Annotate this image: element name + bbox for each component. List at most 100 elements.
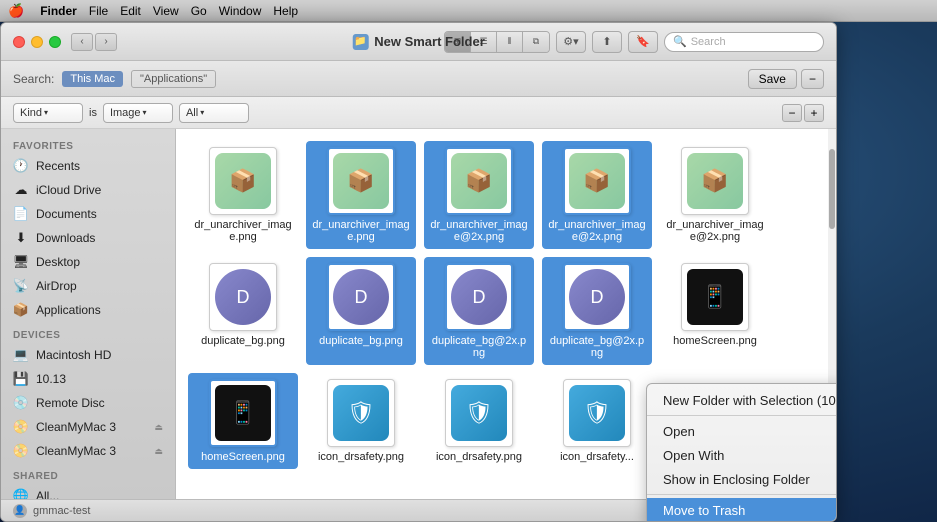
applications-label: Applications	[36, 303, 101, 317]
recents-label: Recents	[36, 159, 80, 173]
filter-controls: − +	[782, 104, 824, 122]
file-thumbnail: 🛡	[563, 379, 631, 447]
eject-icon-2[interactable]: ⏏	[154, 446, 163, 457]
ctx-open-label: Open	[663, 424, 695, 439]
minimize-button[interactable]	[31, 36, 43, 48]
menu-window[interactable]: Window	[219, 4, 262, 18]
filter-plus-button[interactable]: +	[804, 104, 824, 122]
file-thumbnail: D	[563, 263, 631, 331]
duplicate-thumb: D	[451, 269, 507, 325]
forward-button[interactable]: ›	[95, 33, 117, 51]
file-item[interactable]: D duplicate_bg.png	[188, 257, 298, 365]
menu-file[interactable]: File	[89, 4, 108, 18]
remove-button[interactable]: −	[801, 69, 824, 89]
file-item[interactable]: D duplicate_bg@2x.png	[542, 257, 652, 365]
favorites-header: Favorites	[1, 137, 175, 154]
scrollbar-thumb[interactable]	[829, 149, 835, 229]
chevron-down-icon: ▾	[44, 108, 48, 117]
file-item[interactable]: 🛡 icon_drsafety.png	[424, 373, 534, 469]
maximize-button[interactable]	[49, 36, 61, 48]
macintosh-hd-label: Macintosh HD	[36, 348, 111, 362]
window-title-area: 📁 New Smart Folder	[352, 34, 485, 50]
home-thumb: 📱	[687, 269, 743, 325]
file-item[interactable]: 📱 homeScreen.png	[660, 257, 770, 365]
airdrop-label: AirDrop	[36, 279, 77, 293]
file-item[interactable]: D duplicate_bg.png	[306, 257, 416, 365]
file-item[interactable]: 📦 dr_unarchiver_image.png	[188, 141, 298, 249]
image-filter[interactable]: Image ▾	[103, 103, 173, 123]
arrange-button[interactable]: ⚙▾	[556, 31, 586, 53]
file-item[interactable]: 🛡 icon_drsafety...	[542, 373, 652, 469]
sidebar-item-documents[interactable]: 📄 Documents	[1, 202, 175, 226]
duplicate-thumb: D	[333, 269, 389, 325]
share-button[interactable]: ⬆	[592, 31, 622, 53]
sidebar-item-10-13[interactable]: 💾 10.13	[1, 367, 175, 391]
menu-edit[interactable]: Edit	[120, 4, 141, 18]
file-name: duplicate_bg.png	[201, 335, 285, 347]
sidebar-item-downloads[interactable]: ⬇ Downloads	[1, 226, 175, 250]
ctx-new-folder[interactable]: New Folder with Selection (10 Items)	[647, 388, 837, 412]
ctx-move-trash[interactable]: Move to Trash	[647, 498, 837, 522]
file-thumbnail: 📦	[445, 147, 513, 215]
file-thumbnail: D	[445, 263, 513, 331]
scope-this-mac[interactable]: This Mac	[62, 71, 123, 87]
file-item[interactable]: 📦 dr_unarchiver_image@2x.png	[542, 141, 652, 249]
finder-window: ‹ › 📁 New Smart Folder ⊞ ☰ ⫴ ⧉ ⚙▾ ⬆ 🔖 🔍 …	[0, 22, 837, 522]
sidebar-item-cleanmymac-1[interactable]: 📀 CleanMyMac 3 ⏏	[1, 415, 175, 439]
close-button[interactable]	[13, 36, 25, 48]
search-box[interactable]: 🔍 Search	[664, 32, 824, 52]
eject-icon-1[interactable]: ⏏	[154, 422, 163, 433]
kind-filter[interactable]: Kind ▾	[13, 103, 83, 123]
file-name: homeScreen.png	[201, 451, 285, 463]
file-item[interactable]: 🛡 icon_drsafety.png	[306, 373, 416, 469]
sidebar-item-remote-disc[interactable]: 💿 Remote Disc	[1, 391, 175, 415]
file-thumbnail: 📱	[209, 379, 277, 447]
menu-view[interactable]: View	[153, 4, 179, 18]
unarchiver-thumb: 📦	[451, 153, 507, 209]
search-placeholder: Search	[691, 36, 726, 48]
titlebar: ‹ › 📁 New Smart Folder ⊞ ☰ ⫴ ⧉ ⚙▾ ⬆ 🔖 🔍 …	[1, 23, 836, 61]
search-save-area: Save −	[748, 69, 824, 89]
sidebar-item-desktop[interactable]: 🖥 Desktop	[1, 250, 175, 274]
file-thumbnail: 🛡	[445, 379, 513, 447]
view-cover-button[interactable]: ⧉	[523, 32, 549, 52]
scope-applications[interactable]: "Applications"	[131, 70, 216, 88]
drsafety-thumb: 🛡	[569, 385, 625, 441]
save-button[interactable]: Save	[748, 69, 797, 89]
downloads-icon: ⬇	[13, 230, 29, 246]
file-item[interactable]: 📦 dr_unarchiver_image@2x.png	[424, 141, 534, 249]
nav-arrows: ‹ ›	[71, 33, 117, 51]
file-item[interactable]: 📱 homeScreen.png	[188, 373, 298, 469]
back-button[interactable]: ‹	[71, 33, 93, 51]
ctx-open[interactable]: Open	[647, 419, 837, 443]
menu-go[interactable]: Go	[191, 4, 207, 18]
apple-menu[interactable]: 🍎	[8, 3, 24, 19]
sidebar-item-airdrop[interactable]: 📡 AirDrop	[1, 274, 175, 298]
file-item[interactable]: D duplicate_bg@2x.png	[424, 257, 534, 365]
filter-minus-button[interactable]: −	[782, 104, 802, 122]
menu-help[interactable]: Help	[273, 4, 298, 18]
file-name: icon_drsafety.png	[318, 451, 404, 463]
disc-icon: 💿	[13, 395, 29, 411]
tag-button[interactable]: 🔖	[628, 31, 658, 53]
file-item[interactable]: 📦 dr_unarchiver_image.png	[306, 141, 416, 249]
filter-bar: Kind ▾ is Image ▾ All ▾ − +	[1, 97, 836, 129]
sidebar-item-recents[interactable]: 🕐 Recents	[1, 154, 175, 178]
traffic-lights	[13, 36, 61, 48]
ctx-open-with[interactable]: Open With ▶	[647, 443, 837, 467]
all-filter[interactable]: All ▾	[179, 103, 249, 123]
context-menu: New Folder with Selection (10 Items) Ope…	[646, 383, 837, 522]
file-thumbnail: D	[327, 263, 395, 331]
ctx-show-enclosing[interactable]: Show in Enclosing Folder	[647, 467, 837, 491]
recents-icon: 🕐	[13, 158, 29, 174]
sidebar-item-applications[interactable]: 📦 Applications	[1, 298, 175, 322]
sidebar-item-icloud[interactable]: ☁ iCloud Drive	[1, 178, 175, 202]
app-name[interactable]: Finder	[40, 4, 77, 18]
icloud-label: iCloud Drive	[36, 183, 101, 197]
sidebar-item-cleanmymac-2[interactable]: 📀 CleanMyMac 3 ⏏	[1, 439, 175, 463]
sidebar-item-macintosh-hd[interactable]: 💻 Macintosh HD	[1, 343, 175, 367]
file-item[interactable]: 📦 dr_unarchiver_image@2x.png	[660, 141, 770, 249]
documents-icon: 📄	[13, 206, 29, 222]
view-columns-button[interactable]: ⫴	[497, 32, 523, 52]
file-name: duplicate_bg@2x.png	[429, 335, 529, 359]
